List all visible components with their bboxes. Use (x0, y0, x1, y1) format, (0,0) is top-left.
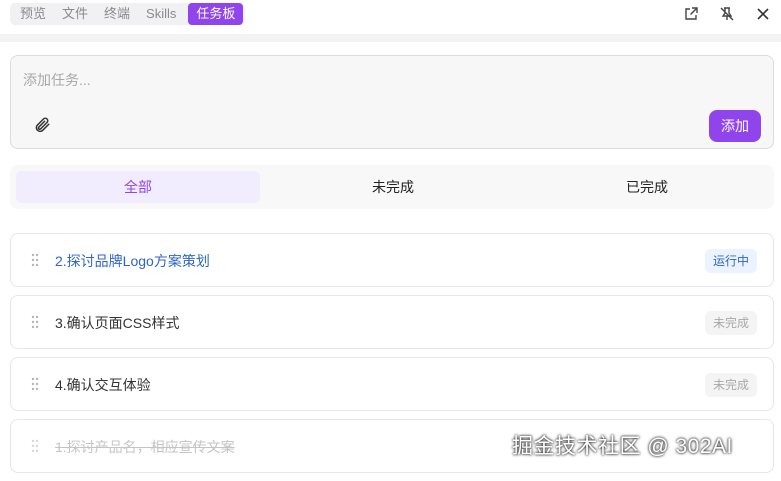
drag-handle-icon[interactable] (31, 315, 39, 329)
status-badge: 运行中 (704, 249, 757, 273)
task-text: 4.确认交互体验 (55, 377, 151, 393)
pin-off-icon[interactable] (709, 3, 745, 25)
filter-completed[interactable]: 已完成 (520, 165, 774, 209)
drag-handle-icon[interactable] (31, 253, 39, 267)
drag-handle-icon[interactable] (31, 377, 39, 391)
tab-files[interactable]: 文件 (54, 3, 96, 25)
task-item[interactable]: 2.探讨品牌Logo方案策划 运行中 (10, 233, 774, 287)
task-text: 2.探讨品牌Logo方案策划 (55, 253, 210, 269)
tab-skills[interactable]: Skills (138, 3, 184, 25)
watermark: 掘金技术社区 @ 302AI (512, 435, 733, 458)
filter-bar: 全部 未完成 已完成 (10, 165, 774, 209)
task-item[interactable]: 4.确认交互体验 未完成 (10, 357, 774, 411)
filter-incomplete[interactable]: 未完成 (266, 165, 520, 209)
tab-terminal[interactable]: 终端 (96, 3, 138, 25)
status-badge: 未完成 (704, 373, 757, 397)
tab-bar: 预览 文件 终端 Skills 任务板 (10, 3, 246, 25)
tab-preview[interactable]: 预览 (12, 3, 54, 25)
task-text: 3.确认页面CSS样式 (55, 315, 180, 331)
tab-taskboard[interactable]: 任务板 (188, 3, 244, 25)
window-controls (673, 3, 781, 25)
drag-handle-icon[interactable] (31, 439, 39, 453)
task-item[interactable]: 3.确认页面CSS样式 未完成 (10, 295, 774, 349)
task-input[interactable] (23, 70, 723, 100)
top-bar: 预览 文件 终端 Skills 任务板 (0, 0, 781, 30)
add-task-button[interactable]: 添加 (709, 110, 761, 142)
external-link-icon[interactable] (673, 3, 709, 25)
task-input-box: 添加 (10, 55, 774, 149)
task-text: 1.探讨产品名，相应宣传文案 (55, 439, 235, 455)
close-icon[interactable] (745, 3, 781, 25)
filter-all[interactable]: 全部 (16, 171, 260, 203)
header-divider (0, 34, 781, 42)
status-badge: 未完成 (704, 311, 757, 335)
paperclip-icon[interactable] (33, 116, 55, 138)
